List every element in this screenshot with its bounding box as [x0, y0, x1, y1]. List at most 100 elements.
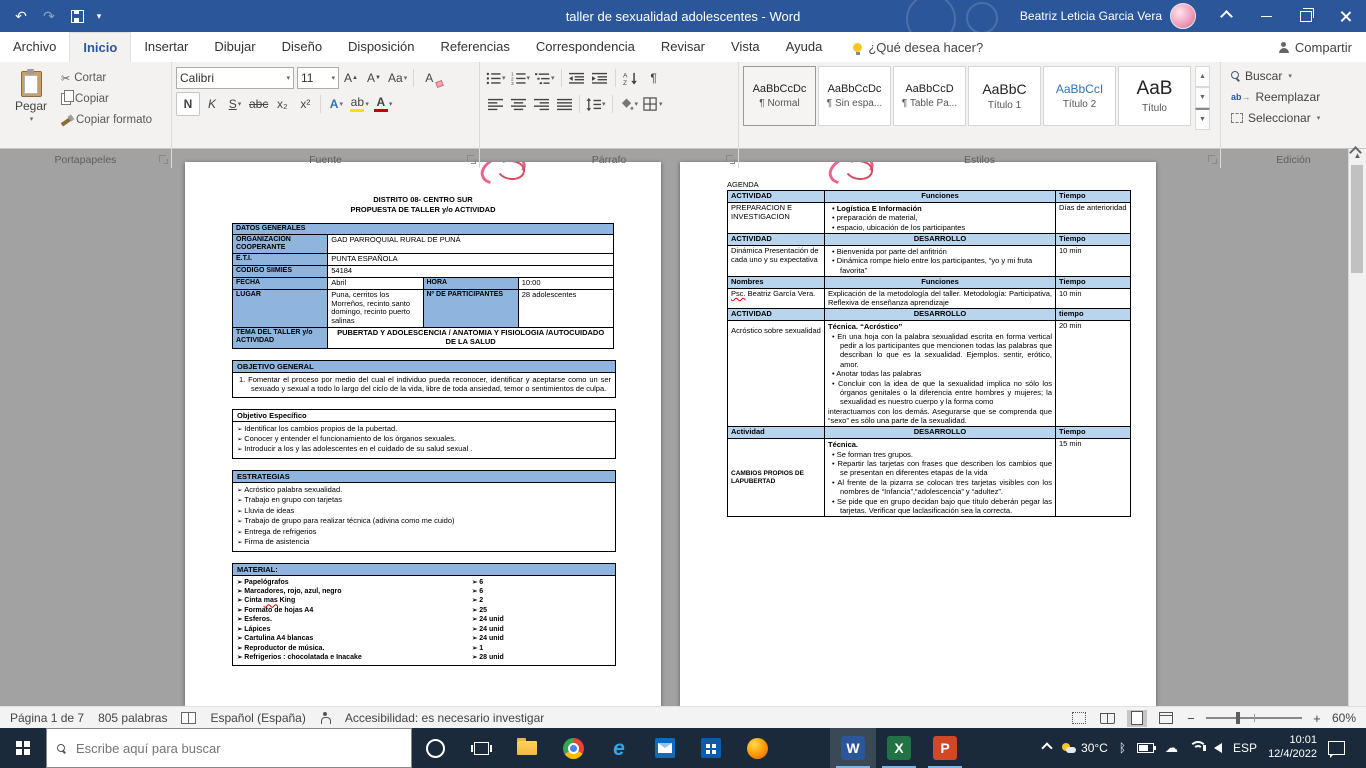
share-button[interactable]: Compartir	[1279, 40, 1352, 55]
justify-button[interactable]	[553, 93, 575, 115]
battery-icon[interactable]	[1137, 743, 1154, 753]
language-indicator[interactable]: Español (España)	[210, 711, 305, 725]
accessibility-status[interactable]: Accesibilidad: es necesario investigar	[345, 711, 544, 725]
style-table-paragraph[interactable]: AaBbCcD ¶ Table Pa...	[893, 66, 966, 126]
taskbar-mail[interactable]	[642, 728, 688, 768]
style-titulo-1[interactable]: AaBbC Título 1	[968, 66, 1041, 126]
styles-scroll-down-icon[interactable]: ▼	[1195, 87, 1210, 108]
network-icon[interactable]	[1189, 744, 1203, 752]
strikethrough-button[interactable]: abc	[247, 93, 270, 115]
superscript-button[interactable]: x²	[294, 93, 316, 115]
tab-insertar[interactable]: Insertar	[131, 32, 201, 62]
onedrive-icon[interactable]: ☁	[1165, 740, 1178, 756]
close-button[interactable]	[1326, 0, 1366, 32]
web-layout-button[interactable]	[1156, 710, 1176, 727]
align-center-button[interactable]	[507, 93, 529, 115]
decrease-indent-button[interactable]	[566, 67, 588, 89]
multilevel-list-button[interactable]: ▾	[533, 67, 557, 89]
cut-button[interactable]: ✂Cortar	[58, 68, 155, 88]
highlight-color-button[interactable]: ab▾	[348, 93, 371, 115]
bluetooth-icon[interactable]: ᛒ	[1119, 741, 1126, 755]
clear-formatting-button[interactable]: A	[418, 67, 440, 89]
tab-diseno[interactable]: Diseño	[269, 32, 335, 62]
zoom-slider-thumb[interactable]	[1236, 712, 1240, 724]
paragraph-dialog-launcher-icon[interactable]	[726, 155, 735, 164]
clipboard-dialog-launcher-icon[interactable]	[159, 155, 168, 164]
zoom-out-button[interactable]: −	[1185, 711, 1197, 726]
line-spacing-button[interactable]: ▾	[584, 93, 608, 115]
taskbar-file-explorer[interactable]	[504, 728, 550, 768]
taskbar-powerpoint[interactable]: P	[922, 728, 968, 768]
style-sin-espaciado[interactable]: AaBbCcDc ¶ Sin espa...	[818, 66, 891, 126]
underline-button[interactable]: S▾	[224, 93, 246, 115]
cortana-button[interactable]	[412, 728, 458, 768]
taskbar-search[interactable]	[46, 728, 412, 768]
read-mode-button[interactable]	[1098, 710, 1118, 727]
account-avatar[interactable]	[1170, 3, 1196, 29]
accessibility-icon[interactable]	[320, 712, 331, 724]
select-button[interactable]: Seleccionar▾	[1231, 107, 1362, 128]
styles-scroll-up-icon[interactable]: ▲	[1195, 66, 1210, 87]
maximize-button[interactable]	[1286, 0, 1326, 32]
replace-button[interactable]: abReemplazar	[1231, 86, 1362, 107]
zoom-slider[interactable]	[1206, 717, 1302, 719]
increase-indent-button[interactable]	[589, 67, 611, 89]
tab-disposicion[interactable]: Disposición	[335, 32, 427, 62]
borders-button[interactable]: ▾	[641, 93, 665, 115]
page-indicator[interactable]: Página 1 de 7	[10, 711, 84, 725]
customize-qat-icon[interactable]: ▾	[92, 3, 106, 29]
save-icon[interactable]	[64, 3, 90, 29]
shading-button[interactable]: ▾	[617, 93, 641, 115]
print-layout-button[interactable]	[1127, 710, 1147, 727]
zoom-level[interactable]: 60%	[1332, 711, 1356, 725]
change-case-button[interactable]: Aa▾	[386, 67, 409, 89]
taskbar-word[interactable]: W	[830, 728, 876, 768]
taskbar-chrome[interactable]	[550, 728, 596, 768]
text-effects-button[interactable]: A▾	[325, 93, 347, 115]
proofing-status-icon[interactable]	[181, 712, 196, 724]
start-button[interactable]	[0, 728, 46, 768]
subscript-button[interactable]: x₂	[271, 93, 293, 115]
styles-dialog-launcher-icon[interactable]	[1208, 155, 1217, 164]
tab-referencias[interactable]: Referencias	[428, 32, 523, 62]
sort-button[interactable]: AZ	[620, 67, 642, 89]
style-titulo-2[interactable]: AaBbCcI Título 2	[1043, 66, 1116, 126]
hidden-icons-button[interactable]	[1043, 744, 1051, 752]
numbered-list-button[interactable]: 123▾	[509, 67, 533, 89]
agenda-table[interactable]: ACTIVIDAD Funciones Tiempo PREPARACION E…	[727, 190, 1131, 517]
focus-mode-button[interactable]	[1069, 710, 1089, 727]
tab-vista[interactable]: Vista	[718, 32, 773, 62]
find-button[interactable]: Buscar▾	[1231, 65, 1362, 86]
document-page-1[interactable]: DISTRITO 08- CENTRO SUR PROPUESTA DE TAL…	[185, 162, 661, 706]
font-dialog-launcher-icon[interactable]	[467, 155, 476, 164]
account-name[interactable]: Beatriz Leticia Garcia Vera	[1020, 9, 1162, 23]
word-count[interactable]: 805 palabras	[98, 711, 167, 725]
weather-widget[interactable]: 30°C	[1062, 741, 1108, 755]
volume-icon[interactable]	[1214, 743, 1222, 753]
paste-dropdown-icon[interactable]: ▾	[30, 115, 34, 123]
font-color-button[interactable]: A▾	[372, 93, 395, 115]
shrink-font-button[interactable]: A▼	[363, 67, 385, 89]
tab-revisar[interactable]: Revisar	[648, 32, 718, 62]
taskbar-firefox[interactable]	[734, 728, 780, 768]
align-left-button[interactable]	[484, 93, 506, 115]
tab-correspondencia[interactable]: Correspondencia	[523, 32, 648, 62]
align-right-button[interactable]	[530, 93, 552, 115]
zoom-in-button[interactable]: +	[1311, 711, 1323, 726]
search-input[interactable]	[74, 740, 401, 757]
tab-inicio[interactable]: Inicio	[69, 32, 131, 63]
paste-button[interactable]: Pegar ▾	[4, 65, 58, 129]
styles-more-icon[interactable]: ▼	[1195, 108, 1210, 130]
collapse-ribbon-icon[interactable]	[1351, 144, 1360, 162]
tell-me-box[interactable]: ¿Qué desea hacer?	[853, 40, 983, 55]
document-canvas[interactable]: DISTRITO 08- CENTRO SUR PROPUESTA DE TAL…	[0, 148, 1366, 706]
undo-icon[interactable]: ↶	[8, 3, 34, 29]
redo-icon[interactable]: ↷	[36, 3, 62, 29]
scrollbar-thumb[interactable]	[1351, 165, 1363, 273]
format-painter-button[interactable]: Copiar formato	[58, 110, 155, 130]
grow-font-button[interactable]: A▲	[340, 67, 362, 89]
font-size-select[interactable]: 11▾	[297, 67, 339, 89]
vertical-scrollbar[interactable]: ▲	[1348, 148, 1366, 706]
taskbar-clock[interactable]: 10:01 12/4/2022	[1268, 734, 1317, 762]
tab-archivo[interactable]: Archivo	[0, 32, 69, 62]
